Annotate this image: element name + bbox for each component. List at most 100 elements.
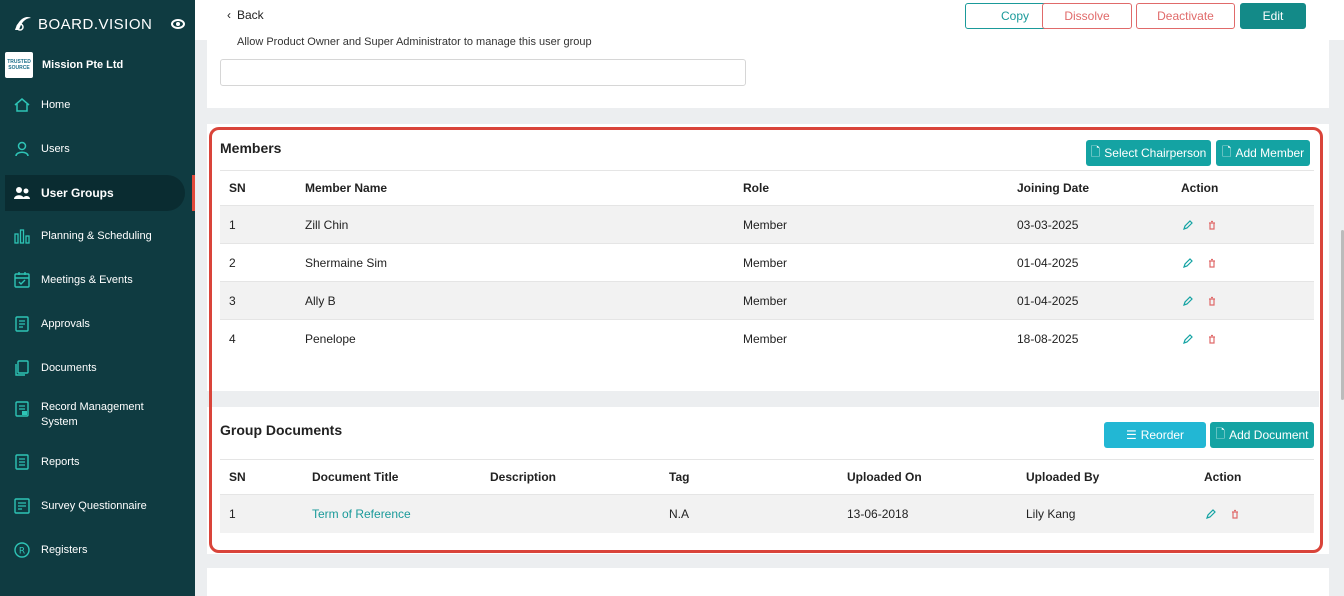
sidebar-item-label: Planning & Scheduling bbox=[41, 230, 152, 242]
trash-icon[interactable] bbox=[1207, 258, 1217, 268]
sn-cell: 2 bbox=[220, 243, 296, 282]
report-icon bbox=[13, 453, 31, 471]
tag-cell: N.A bbox=[660, 494, 838, 533]
table-row: 1 Zill Chin Member 03-03-2025 bbox=[220, 205, 1314, 244]
active-indicator bbox=[192, 175, 195, 211]
brand-logo[interactable]: BOARD.VISION bbox=[12, 14, 152, 34]
users-icon bbox=[13, 184, 31, 202]
brand-name: BOARD.VISION bbox=[38, 15, 153, 33]
edit-pencil-icon[interactable] bbox=[1183, 295, 1193, 306]
file-icon: 🗋 bbox=[1221, 144, 1232, 159]
member-name-cell: Penelope bbox=[296, 319, 734, 358]
sidebar-item-label: Meetings & Events bbox=[41, 274, 133, 286]
documents-table: SN Document Title Description Tag Upload… bbox=[220, 459, 1314, 533]
sidebar-item-label: Reports bbox=[41, 456, 80, 468]
sidebar-item-user-groups[interactable]: User Groups bbox=[5, 175, 185, 211]
joining-date-cell: 18-08-2025 bbox=[1008, 319, 1172, 358]
deactivate-button[interactable]: Deactivate bbox=[1136, 3, 1235, 29]
column-header: Joining Date bbox=[1008, 170, 1172, 206]
reorder-button[interactable]: ☰ Reorder bbox=[1104, 422, 1206, 448]
sidebar-item-label: Approvals bbox=[41, 318, 90, 330]
add-document-label: Add Document bbox=[1229, 428, 1309, 442]
org-name: Mission Pte Ltd bbox=[42, 59, 124, 71]
org-logo: TRUSTED SOURCE bbox=[5, 52, 33, 78]
home-icon bbox=[13, 96, 31, 114]
uploaded-on-cell: 13-06-2018 bbox=[838, 494, 1017, 533]
sidebar-item-reports[interactable]: Reports bbox=[5, 452, 185, 472]
sidebar-item-documents[interactable]: Documents bbox=[5, 358, 185, 378]
joining-date-cell: 03-03-2025 bbox=[1008, 205, 1172, 244]
column-header: Uploaded On bbox=[838, 459, 1017, 495]
chevron-left-icon: ‹ bbox=[227, 8, 231, 22]
role-cell: Member bbox=[734, 205, 1008, 244]
sn-cell: 4 bbox=[220, 319, 296, 358]
sidebar-item-records[interactable]: Record Management System bbox=[5, 400, 185, 430]
sn-cell: 3 bbox=[220, 281, 296, 320]
edit-button[interactable]: Edit bbox=[1240, 3, 1306, 29]
calendar-icon bbox=[13, 271, 31, 289]
joining-date-cell: 01-04-2025 bbox=[1008, 243, 1172, 282]
role-cell: Member bbox=[734, 243, 1008, 282]
edit-pencil-icon[interactable] bbox=[1183, 333, 1193, 344]
sidebar-item-survey[interactable]: Survey Questionnaire bbox=[5, 496, 185, 516]
back-label: Back bbox=[237, 8, 264, 22]
survey-icon bbox=[13, 497, 31, 515]
trash-icon[interactable] bbox=[1207, 220, 1217, 230]
column-header: Action bbox=[1195, 459, 1314, 495]
edit-pencil-icon[interactable] bbox=[1206, 508, 1216, 519]
sidebar-item-meetings[interactable]: Meetings & Events bbox=[5, 270, 185, 290]
sidebar-item-planning[interactable]: Planning & Scheduling bbox=[5, 226, 185, 246]
dissolve-button[interactable]: Dissolve bbox=[1042, 3, 1132, 29]
visibility-toggle-icon[interactable] bbox=[171, 19, 185, 29]
joining-date-cell: 01-04-2025 bbox=[1008, 281, 1172, 320]
sidebar-item-label: User Groups bbox=[41, 186, 114, 200]
settings-input[interactable] bbox=[220, 59, 746, 86]
column-header: SN bbox=[220, 170, 296, 206]
next-section-card bbox=[207, 568, 1329, 596]
svg-text:R: R bbox=[19, 547, 25, 557]
edit-pencil-icon[interactable] bbox=[1183, 219, 1193, 230]
uploaded-by-cell: Lily Kang bbox=[1017, 494, 1195, 533]
column-header: Member Name bbox=[296, 170, 734, 206]
action-cell bbox=[1172, 205, 1314, 244]
description-cell bbox=[481, 494, 660, 533]
sidebar-item-approvals[interactable]: Approvals bbox=[5, 314, 185, 334]
add-member-button[interactable]: 🗋 Add Member bbox=[1216, 140, 1310, 166]
select-chairperson-label: Select Chairperson bbox=[1104, 146, 1207, 160]
group-settings-card: Allow Product Owner and Super Administra… bbox=[207, 36, 1329, 108]
add-document-button[interactable]: 🗋 Add Document bbox=[1210, 422, 1314, 448]
sidebar-item-label: Documents bbox=[41, 362, 97, 374]
trash-icon[interactable] bbox=[1230, 509, 1240, 519]
organization-switcher[interactable]: TRUSTED SOURCE Mission Pte Ltd bbox=[5, 52, 123, 78]
role-cell: Member bbox=[734, 281, 1008, 320]
action-cell bbox=[1195, 494, 1314, 533]
top-toolbar: ‹ Back Copy Dissolve Deactivate Edit bbox=[195, 0, 1344, 40]
sidebar-item-users[interactable]: Users bbox=[5, 139, 185, 159]
member-name-cell: Shermaine Sim bbox=[296, 243, 734, 282]
trash-icon[interactable] bbox=[1207, 296, 1217, 306]
section-divider bbox=[207, 391, 1319, 407]
table-header-row: SN Member Name Role Joining Date Action bbox=[220, 170, 1314, 206]
member-name-cell: Zill Chin bbox=[296, 205, 734, 244]
sidebar-item-label: Survey Questionnaire bbox=[41, 500, 147, 512]
column-header: Role bbox=[734, 170, 1008, 206]
trash-icon[interactable] bbox=[1207, 334, 1217, 344]
column-header: Uploaded By bbox=[1017, 459, 1195, 495]
document-title-text[interactable]: Term of Reference bbox=[312, 507, 411, 521]
edit-pencil-icon[interactable] bbox=[1183, 257, 1193, 268]
records-icon bbox=[13, 400, 31, 418]
file-icon: 🗋 bbox=[1215, 426, 1226, 441]
sidebar-item-registers[interactable]: R Registers bbox=[5, 540, 185, 560]
action-cell bbox=[1172, 243, 1314, 282]
sidebar-item-home[interactable]: Home bbox=[5, 95, 185, 115]
table-row: 2 Shermaine Sim Member 01-04-2025 bbox=[220, 243, 1314, 282]
add-member-label: Add Member bbox=[1235, 146, 1305, 160]
document-title-link[interactable]: Term of Reference bbox=[303, 494, 481, 533]
reorder-label: Reorder bbox=[1140, 428, 1185, 442]
back-button[interactable]: ‹ Back bbox=[227, 8, 264, 22]
registered-icon: R bbox=[13, 541, 31, 559]
column-header: Tag bbox=[660, 459, 838, 495]
select-chairperson-button[interactable]: 🗋 Select Chairperson bbox=[1086, 140, 1211, 166]
column-header: SN bbox=[220, 459, 303, 495]
table-row: 3 Ally B Member 01-04-2025 bbox=[220, 281, 1314, 320]
